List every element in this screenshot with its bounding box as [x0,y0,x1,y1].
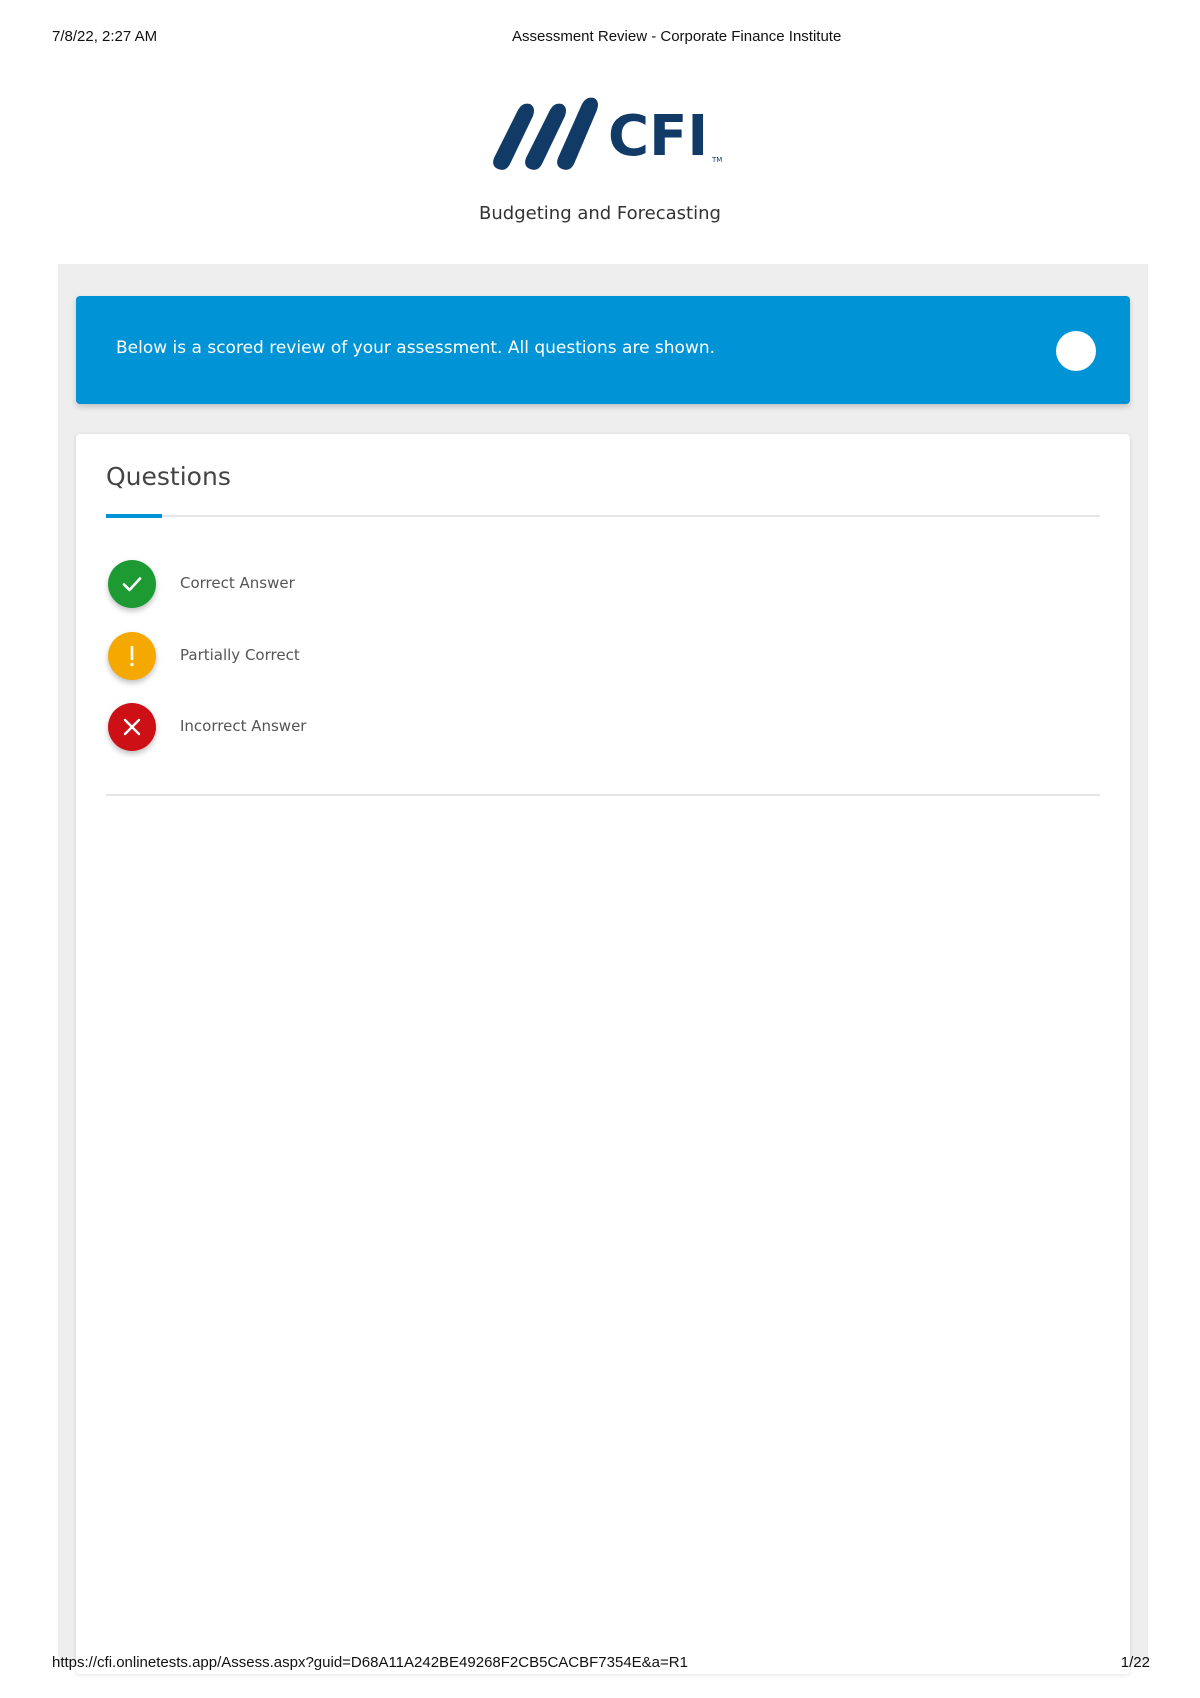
cfi-logo-text: CFI [608,104,708,169]
legend-incorrect-label: Incorrect Answer [180,717,307,735]
print-datetime: 7/8/22, 2:27 AM [52,28,158,45]
banner-toggle-button[interactable] [1056,331,1096,371]
cfi-logo-mark: CFI TM [493,97,722,170]
legend-partial-label: Partially Correct [180,646,300,664]
print-footer: https://cfi.onlinetests.app/Assess.aspx?… [0,1654,1200,1676]
check-icon [108,560,156,608]
review-panel: Below is a scored review of your assessm… [58,264,1148,1674]
cfi-logo-trademark: TM [711,156,722,164]
legend-correct: Correct Answer [106,560,506,610]
title-divider [106,515,1100,517]
title-accent-bar [106,514,162,518]
review-banner: Below is a scored review of your assessm… [76,296,1130,404]
legend-incorrect: Incorrect Answer [106,703,506,753]
print-header: 7/8/22, 2:27 AM Assessment Review - Corp… [0,28,1200,50]
x-icon [108,703,156,751]
print-url: https://cfi.onlinetests.app/Assess.aspx?… [52,1654,688,1671]
banner-message: Below is a scored review of your assessm… [116,338,716,358]
questions-title: Questions [106,462,231,491]
cfi-logo: CFI TM [484,92,728,176]
questions-card: Questions Correct Answer Partially Corre… [76,434,1130,1674]
legend-divider [106,794,1100,796]
exclamation-icon [108,632,156,680]
print-page-number: 1/22 [1120,1654,1150,1671]
course-title: Budgeting and Forecasting [479,203,721,224]
legend-partial: Partially Correct [106,632,506,682]
legend-correct-label: Correct Answer [180,574,295,592]
print-page-title: Assessment Review - Corporate Finance In… [512,28,842,45]
